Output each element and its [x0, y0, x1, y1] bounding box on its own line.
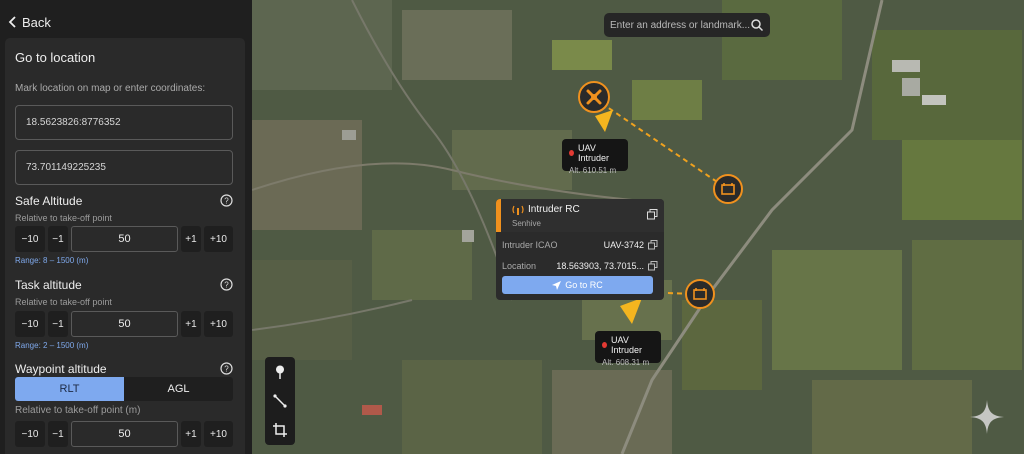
alert-dot — [602, 342, 608, 348]
plus-1-button[interactable]: +1 — [181, 421, 201, 447]
uav-altitude: Alt. 608.31 m — [602, 358, 650, 367]
icao-value: UAV-3742 — [603, 239, 644, 250]
latitude-field[interactable]: 18.5623826:8776352 — [15, 105, 233, 140]
plus-10-button[interactable]: +10 — [204, 421, 233, 447]
go-to-location-card: Go to location Mark location on map or e… — [5, 38, 245, 454]
rc-antenna-icon — [512, 205, 524, 215]
longitude-field[interactable]: 73.701149225235 — [15, 150, 233, 185]
info-icon[interactable]: ? — [220, 278, 233, 291]
intruder-rc-popup: Intruder RC Senhive Intruder ICAO UAV-37… — [496, 199, 664, 300]
side-panel: Back Go to location Mark location on map… — [0, 0, 252, 454]
line-tool-icon[interactable] — [270, 391, 290, 411]
popup-accent-bar — [496, 199, 501, 232]
copy-icon[interactable] — [648, 239, 658, 250]
heading-arrow-icon — [620, 298, 642, 324]
safe-altitude-stepper: −10 −1 50 +1 +10 — [15, 226, 233, 252]
search-icon[interactable] — [750, 18, 764, 32]
go-to-rc-label: Go to RC — [565, 280, 603, 290]
info-icon[interactable]: ? — [220, 362, 233, 375]
dock-icon[interactable] — [712, 173, 744, 205]
safe-altitude-title: Safe Altitude — [15, 194, 83, 208]
plus-10-button[interactable]: +10 — [204, 311, 233, 337]
minus-10-button[interactable]: −10 — [15, 421, 45, 447]
plus-1-button[interactable]: +1 — [181, 311, 201, 337]
search-input[interactable]: Enter an address or landmark... — [610, 20, 750, 31]
pin-tool-icon[interactable] — [270, 362, 290, 382]
waypoint-altitude-title: Waypoint altitude — [15, 362, 107, 376]
waypoint-altitude-stepper: −10 −1 50 +1 +10 — [15, 421, 233, 447]
dock-icon[interactable] — [684, 278, 716, 310]
plus-1-button[interactable]: +1 — [181, 226, 201, 252]
icao-label: Intruder ICAO — [502, 239, 558, 250]
popup-header: Intruder RC Senhive — [496, 199, 664, 232]
minus-10-button[interactable]: −10 — [15, 311, 45, 337]
safe-altitude-input[interactable]: 50 — [71, 226, 178, 252]
uav-label-bottom[interactable]: UAV Intruder Alt. 608.31 m — [595, 331, 661, 367]
uav-name: UAV Intruder — [578, 143, 610, 163]
minus-10-button[interactable]: −10 — [15, 226, 45, 252]
altitude-mode-toggle: RLT AGL — [15, 377, 233, 401]
task-altitude-input[interactable]: 50 — [71, 311, 178, 337]
panel-hint: Mark location on map or enter coordinate… — [15, 83, 206, 94]
waypoint-altitude-subtitle: Relative to take-off point (m) — [15, 405, 141, 416]
minus-1-button[interactable]: −1 — [48, 226, 68, 252]
back-label: Back — [22, 14, 51, 30]
task-altitude-stepper: −10 −1 50 +1 +10 — [15, 311, 233, 337]
chevron-left-icon — [8, 16, 16, 28]
task-altitude-subtitle: Relative to take-off point — [15, 297, 112, 307]
svg-text:?: ? — [224, 365, 229, 374]
location-row: Location 18.563903, 73.7015... — [496, 255, 664, 276]
agl-option[interactable]: AGL — [124, 377, 233, 401]
minus-1-button[interactable]: −1 — [48, 421, 68, 447]
popup-title: Intruder RC — [528, 204, 580, 215]
panel-title: Go to location — [15, 50, 96, 65]
task-altitude-title: Task altitude — [15, 278, 82, 292]
address-search-bar[interactable]: Enter an address or landmark... — [604, 13, 770, 37]
uav-name: UAV Intruder — [611, 335, 643, 355]
svg-text:?: ? — [224, 281, 229, 290]
alert-dot — [569, 150, 575, 156]
popup-subtitle: Senhive — [512, 219, 541, 228]
drone-icon[interactable] — [577, 80, 611, 114]
plus-10-button[interactable]: +10 — [204, 226, 233, 252]
copy-icon[interactable] — [648, 260, 658, 271]
minus-1-button[interactable]: −1 — [48, 311, 68, 337]
safe-altitude-subtitle: Relative to take-off point — [15, 213, 112, 223]
svg-text:?: ? — [224, 197, 229, 206]
crop-tool-icon[interactable] — [270, 420, 290, 440]
icao-row: Intruder ICAO UAV-3742 — [496, 234, 664, 255]
task-altitude-range: Range: 2 – 1500 (m) — [15, 341, 89, 350]
navigation-arrow-icon — [552, 280, 562, 290]
rlt-option[interactable]: RLT — [15, 377, 124, 401]
info-icon[interactable]: ? — [220, 194, 233, 207]
location-value: 18.563903, 73.7015... — [556, 260, 644, 271]
uav-label-top[interactable]: UAV Intruder Alt. 610.51 m — [562, 139, 628, 175]
safe-altitude-range: Range: 8 – 1500 (m) — [15, 256, 89, 265]
copy-icon[interactable] — [647, 209, 658, 220]
heading-arrow-icon — [595, 110, 613, 132]
sparkle-icon — [970, 400, 1004, 434]
satellite-map[interactable]: Enter an address or landmark... UAV Intr… — [252, 0, 1024, 454]
uav-altitude: Alt. 610.51 m — [569, 166, 617, 175]
back-button[interactable]: Back — [8, 12, 51, 32]
location-label: Location — [502, 260, 537, 271]
map-toolbar — [265, 357, 295, 445]
go-to-rc-button[interactable]: Go to RC — [502, 276, 653, 294]
waypoint-altitude-input[interactable]: 50 — [71, 421, 178, 447]
